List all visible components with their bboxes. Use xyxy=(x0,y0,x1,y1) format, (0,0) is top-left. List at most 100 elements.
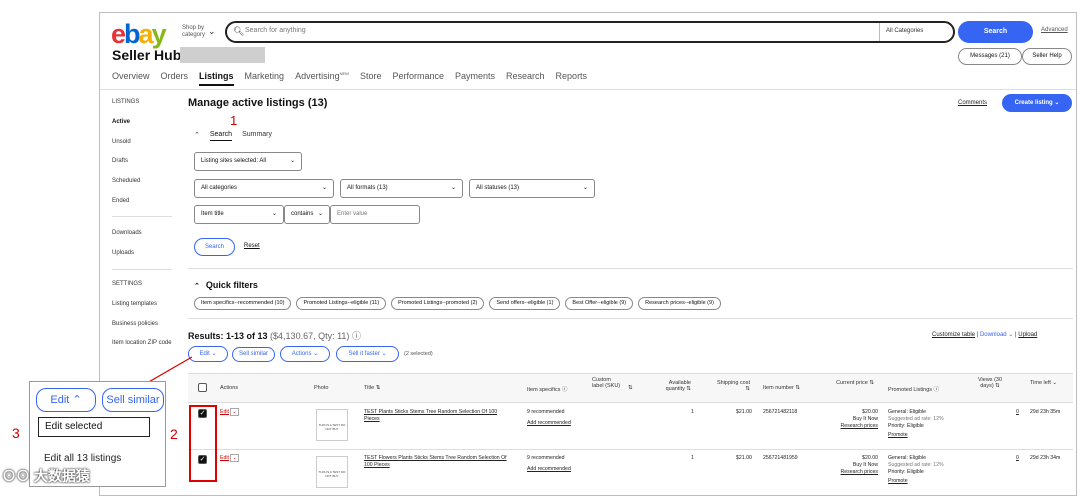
filter-value-input[interactable]: Enter value xyxy=(330,205,420,224)
tab-performance[interactable]: Performance xyxy=(392,71,444,86)
advanced-search-link[interactable]: Advanced xyxy=(1041,27,1068,33)
listing-title-link[interactable]: TEST Plants Sticks Stems Tree Random Sel… xyxy=(364,409,514,423)
divider xyxy=(100,89,1076,90)
customize-table-link[interactable]: Customize table xyxy=(932,332,975,338)
edit-selected-option[interactable]: Edit selected xyxy=(38,417,150,437)
bulk-sell-similar-button[interactable]: Sell similar xyxy=(232,347,275,362)
tab-orders[interactable]: Orders xyxy=(161,71,189,86)
operator-select[interactable]: contains ⌄ xyxy=(284,205,330,224)
annotation-1: 1 xyxy=(230,113,238,128)
tab-advertising[interactable]: AdvertisingNEW xyxy=(295,71,349,86)
create-listing-button[interactable]: Create listing ⌄ xyxy=(1002,94,1072,112)
sidebar-item-location[interactable]: Item location ZIP code xyxy=(112,340,174,346)
tab-research[interactable]: Research xyxy=(506,71,545,86)
col-available-qty[interactable]: Available quantity ⇅ xyxy=(653,380,691,392)
tab-overview[interactable]: Overview xyxy=(112,71,150,86)
chip-promoted-promoted[interactable]: Promoted Listings--promoted (2) xyxy=(391,297,485,310)
table-row[interactable]: Edit ⌄ xyxy=(220,454,239,462)
row-checkbox[interactable]: ✓ xyxy=(198,409,207,418)
field-select[interactable]: Item title ⌄ xyxy=(194,205,284,224)
research-prices-link[interactable]: Research prices xyxy=(820,469,878,476)
category-filter[interactable]: All categories ⌄ xyxy=(194,179,334,198)
sell-faster-button[interactable]: Sell it faster ⌄ xyxy=(336,346,399,362)
chevron-down-icon[interactable]: ⌄ xyxy=(208,26,216,37)
download-link[interactable]: Download ⌄ xyxy=(980,332,1013,338)
tab-search[interactable]: Search xyxy=(209,131,233,141)
filter-search-button[interactable]: Search xyxy=(194,238,235,256)
bulk-actions-button[interactable]: Actions ⌄ xyxy=(280,346,330,362)
item-number: 256721481959 xyxy=(763,455,798,461)
shipping-cost: $21.00 xyxy=(736,455,752,461)
chip-best-offer[interactable]: Best Offer--eligible (9) xyxy=(565,297,634,310)
search-input[interactable]: Search for anything xyxy=(245,27,306,34)
available-qty: 1 xyxy=(691,455,694,461)
upload-link[interactable]: Upload xyxy=(1018,332,1037,338)
col-shipping[interactable]: Shipping cost ⇅ xyxy=(712,380,750,392)
info-icon[interactable]: ⓘ xyxy=(352,331,361,341)
col-current-price[interactable]: Current price ⇅ xyxy=(836,380,874,386)
sidebar-item-active[interactable]: Active xyxy=(112,119,130,125)
col-sku[interactable]: Custom label (SKU) xyxy=(592,377,622,389)
chip-research-prices[interactable]: Research prices--eligible (9) xyxy=(638,297,721,310)
product-thumbnail[interactable]: THIS IS A TEST DO NOT BUY xyxy=(316,456,348,488)
listing-title-link[interactable]: TEST Flowers Plants Sticks Stems Tree Ra… xyxy=(364,455,514,469)
tab-reports[interactable]: Reports xyxy=(556,71,588,86)
sidebar-item-ended[interactable]: Ended xyxy=(112,198,129,204)
col-title[interactable]: Title ⇅ xyxy=(364,385,380,391)
col-item-specifics: Item specifics ⓘ xyxy=(527,387,568,393)
search-bar[interactable]: 🔍︎ Search for anything All Categories xyxy=(225,21,955,43)
col-item-number[interactable]: Item number ⇅ xyxy=(763,385,800,391)
tab-listings[interactable]: Listings xyxy=(199,71,234,86)
sidebar-item-downloads[interactable]: Downloads xyxy=(112,230,142,236)
sort-icon[interactable]: ⇅ xyxy=(628,385,633,391)
edit-button[interactable]: Edit ⌃ xyxy=(36,388,96,412)
col-actions: Actions xyxy=(220,385,239,391)
sidebar-item-unsold[interactable]: Unsold xyxy=(112,139,131,145)
watermark: ⊙⊙ 大数据猿 xyxy=(2,468,90,484)
status-filter[interactable]: All statuses (13) ⌄ xyxy=(469,179,595,198)
views-link[interactable]: 0 xyxy=(1016,409,1019,416)
search-button[interactable]: Search xyxy=(958,21,1033,43)
divider xyxy=(188,268,1073,269)
add-recommended-link[interactable]: Add recommended xyxy=(527,466,571,473)
research-prices-link[interactable]: Research prices xyxy=(820,423,878,430)
quick-filters-heading[interactable]: ⌃ Quick filters xyxy=(194,280,258,290)
row-checkbox[interactable]: ✓ xyxy=(198,455,207,464)
annotation-2: 2 xyxy=(170,426,178,442)
sidebar-item-business-policies[interactable]: Business policies xyxy=(112,321,158,327)
sell-similar-button[interactable]: Sell similar xyxy=(102,388,164,412)
col-time-left[interactable]: Time left ⌄ xyxy=(1030,380,1060,386)
tab-payments[interactable]: Payments xyxy=(455,71,495,86)
messages-button[interactable]: Messages (21) xyxy=(958,48,1022,65)
promote-link[interactable]: Promote xyxy=(888,478,944,485)
format-filter[interactable]: All formats (13) ⌄ xyxy=(340,179,463,198)
sidebar-item-listing-templates[interactable]: Listing templates xyxy=(112,301,157,307)
comments-link[interactable]: Comments xyxy=(958,100,987,106)
ebay-logo[interactable]: ebay xyxy=(111,19,167,50)
sites-filter-select[interactable]: Listing sites selected: All ⌄ xyxy=(194,152,302,171)
tab-marketing[interactable]: Marketing xyxy=(245,71,285,86)
col-photo: Photo xyxy=(314,385,329,391)
chevron-up-icon[interactable]: ⌃ xyxy=(194,131,200,141)
sidebar-item-drafts[interactable]: Drafts xyxy=(112,158,128,164)
seller-help-button[interactable]: Seller Help xyxy=(1022,48,1072,65)
chip-item-specifics[interactable]: Item specifics--recommended (10) xyxy=(194,297,292,310)
edit-all-option[interactable]: Edit all 13 listings xyxy=(44,453,121,464)
results-summary: Results: 1-13 of 13 ($4,130.67, Qty: 11)… xyxy=(188,331,361,341)
sidebar-item-uploads[interactable]: Uploads xyxy=(112,250,134,256)
tab-store[interactable]: Store xyxy=(360,71,382,86)
reset-link[interactable]: Reset xyxy=(244,243,260,249)
tab-summary[interactable]: Summary xyxy=(242,131,272,141)
promoted-cell: General: Eligible Suggested ad rate: 12% P… xyxy=(888,455,944,485)
sidebar-item-scheduled[interactable]: Scheduled xyxy=(112,178,140,184)
promote-link[interactable]: Promote xyxy=(888,432,944,439)
chip-promoted-eligible[interactable]: Promoted Listings--eligible (11) xyxy=(296,297,387,310)
col-views[interactable]: Views (30 days) ⇅ xyxy=(973,377,1007,389)
table-tools: Customize table | Download ⌄ | Upload xyxy=(932,332,1038,338)
table-row[interactable]: Edit ⌄ xyxy=(220,408,239,416)
add-recommended-link[interactable]: Add recommended xyxy=(527,420,571,427)
views-link[interactable]: 0 xyxy=(1016,455,1019,462)
category-select[interactable]: All Categories xyxy=(879,23,953,41)
chip-send-offers[interactable]: Send offers--eligible (1) xyxy=(489,297,561,310)
product-thumbnail[interactable]: THIS IS A TEST DO NOT BUY xyxy=(316,409,348,441)
